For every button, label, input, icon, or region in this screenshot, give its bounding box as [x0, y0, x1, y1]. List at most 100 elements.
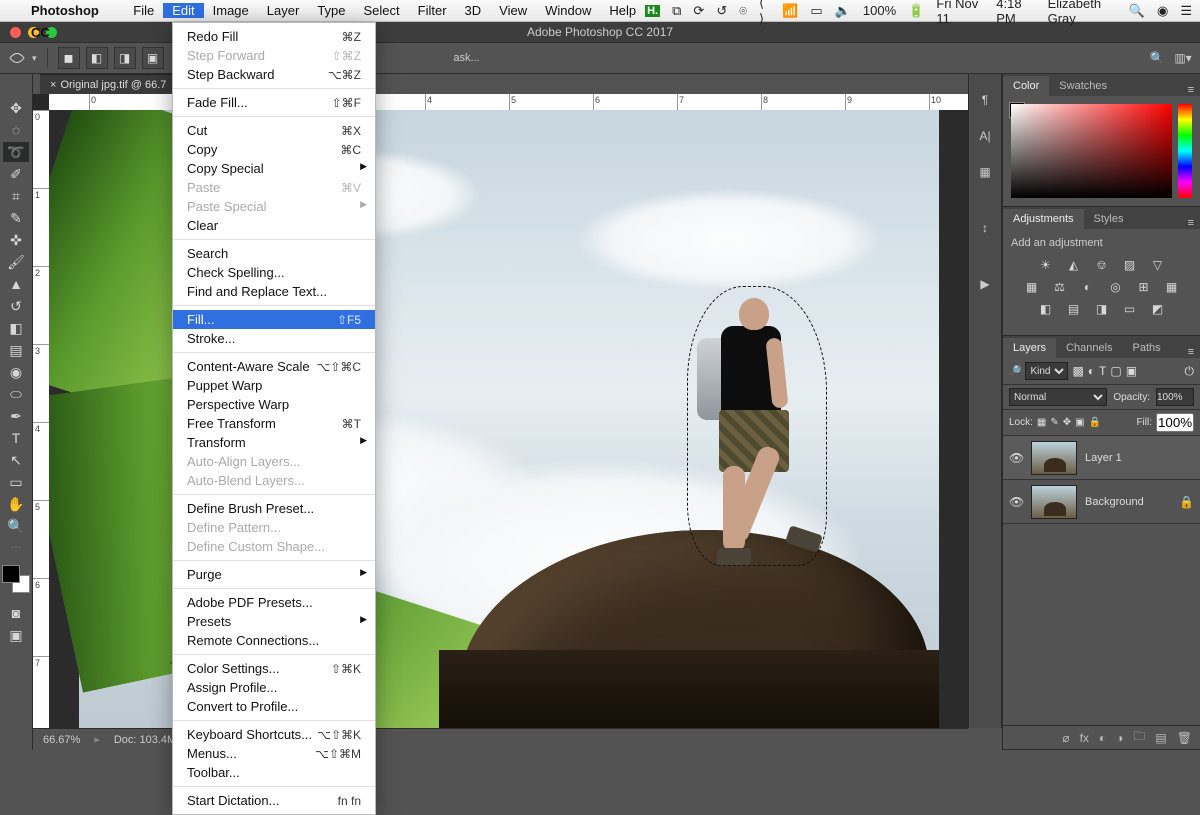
edit-menu-item[interactable]: Remote Connections...: [173, 631, 375, 650]
menu-3d[interactable]: 3D: [456, 3, 491, 18]
edit-menu-item[interactable]: Adobe PDF Presets...: [173, 593, 375, 612]
screenmode-tool[interactable]: ▣: [3, 625, 29, 645]
dropbox-icon[interactable]: ⧉: [672, 3, 681, 19]
history-brush-tool[interactable]: ↺: [3, 296, 29, 316]
pen-tool[interactable]: ✒: [3, 406, 29, 426]
link-layers-icon[interactable]: ⌀: [1062, 731, 1069, 745]
edit-menu-item[interactable]: Fade Fill...⇧⌘F: [173, 93, 375, 112]
lock-pos-icon[interactable]: ✥: [1063, 417, 1071, 428]
edit-menu-item[interactable]: Transform: [173, 433, 375, 452]
curves-adj-icon[interactable]: ⎊: [1093, 257, 1111, 273]
sync-icon[interactable]: ⟳: [693, 3, 704, 19]
gradient-tool[interactable]: ▤: [3, 340, 29, 360]
edit-menu-item[interactable]: Stroke...: [173, 329, 375, 348]
layer-filter-kind[interactable]: Kind: [1025, 362, 1068, 380]
vertical-ruler[interactable]: 012345678: [33, 110, 49, 728]
path-tool[interactable]: ↖: [3, 450, 29, 470]
edit-menu-item[interactable]: Check Spelling...: [173, 263, 375, 282]
edit-menu-item[interactable]: Purge: [173, 565, 375, 584]
siri-icon[interactable]: ◉: [1157, 3, 1168, 19]
filter-adj-icon[interactable]: ◐: [1088, 364, 1095, 378]
notifications-icon[interactable]: ☰: [1180, 3, 1192, 19]
edit-menu-item[interactable]: Puppet Warp: [173, 376, 375, 395]
filter-type-icon[interactable]: T: [1099, 364, 1106, 378]
menu-type[interactable]: Type: [308, 3, 354, 18]
panel-menu-icon[interactable]: ≡: [1182, 346, 1200, 358]
visibility-icon[interactable]: 👁: [1009, 495, 1023, 509]
stamp-tool[interactable]: ▲: [3, 274, 29, 294]
exposure-adj-icon[interactable]: ▨: [1121, 257, 1139, 273]
edit-menu-item[interactable]: Redo Fill⌘Z: [173, 27, 375, 46]
crop-tool[interactable]: ⌗: [3, 186, 29, 206]
edit-menu-item[interactable]: Color Settings...⇧⌘K: [173, 659, 375, 678]
edit-menu-item[interactable]: Presets: [173, 612, 375, 631]
type-tool[interactable]: T: [3, 428, 29, 448]
airplay-icon[interactable]: ▭: [810, 3, 822, 19]
move-tool[interactable]: ✥: [3, 98, 29, 118]
layer-thumb[interactable]: [1031, 485, 1077, 519]
menu-view[interactable]: View: [490, 3, 536, 18]
glyphs-panel-icon[interactable]: ▦: [975, 162, 995, 182]
volume-icon[interactable]: 🔈: [835, 3, 851, 19]
panel-menu-icon[interactable]: ≡: [1182, 217, 1200, 229]
filter-shape-icon[interactable]: ▢: [1110, 364, 1121, 378]
blend-mode-select[interactable]: Normal: [1009, 388, 1107, 406]
edit-menu-item[interactable]: Search: [173, 244, 375, 263]
edit-menu-item[interactable]: Convert to Profile...: [173, 697, 375, 716]
opacity-input[interactable]: [1156, 388, 1194, 406]
edit-menu-item[interactable]: Cut⌘X: [173, 121, 375, 140]
menu-help[interactable]: Help: [600, 3, 645, 18]
edit-menu-item[interactable]: Content-Aware Scale⌥⇧⌘C: [173, 357, 375, 376]
edit-menu-item[interactable]: Menus...⌥⇧⌘M: [173, 744, 375, 763]
menu-image[interactable]: Image: [204, 3, 258, 18]
edit-menu-item[interactable]: Perspective Warp: [173, 395, 375, 414]
styles-tab[interactable]: Styles: [1084, 209, 1134, 229]
hue-adj-icon[interactable]: ▦: [1023, 279, 1041, 295]
edit-menu-item[interactable]: Step Backward⌥⌘Z: [173, 65, 375, 84]
blur-tool[interactable]: ◉: [3, 362, 29, 382]
edit-menu-item[interactable]: Copy Special: [173, 159, 375, 178]
battery-icon[interactable]: 🔋: [908, 3, 924, 19]
visibility-icon[interactable]: 👁: [1009, 451, 1023, 465]
wifi-icon[interactable]: 📶: [782, 3, 798, 19]
lasso-tool[interactable]: ➰: [3, 142, 29, 162]
edit-menu-item[interactable]: Fill...⇧F5: [173, 310, 375, 329]
layer-row[interactable]: 👁 Layer 1: [1003, 436, 1200, 480]
selection-intersect-button[interactable]: ▣: [142, 47, 164, 69]
filter-pixel-icon[interactable]: ▩: [1072, 364, 1083, 378]
history-panel-icon[interactable]: ↕: [975, 218, 995, 238]
dropdown-caret-icon[interactable]: ▾: [32, 53, 37, 64]
adjlayer-icon[interactable]: ◑: [1116, 731, 1123, 745]
bw-adj-icon[interactable]: ◐: [1079, 279, 1097, 295]
filter-toggle[interactable]: ⏻: [1185, 364, 1195, 379]
edit-menu-item[interactable]: Define Brush Preset...: [173, 499, 375, 518]
document-tab[interactable]: ×Original jpg.tif @ 66.7: [40, 74, 184, 94]
selection-add-button[interactable]: ◧: [86, 47, 108, 69]
heal-tool[interactable]: ✜: [3, 230, 29, 250]
delete-icon[interactable]: 🗑: [1177, 731, 1192, 745]
app-name[interactable]: Photoshop CC: [22, 0, 124, 22]
fg-bg-swatch[interactable]: [2, 565, 30, 593]
menu-file[interactable]: File: [124, 3, 163, 18]
colorbalance-adj-icon[interactable]: ⚖: [1051, 279, 1069, 295]
color-field[interactable]: [1011, 104, 1172, 198]
brightness-adj-icon[interactable]: ☀: [1037, 257, 1055, 273]
fx-icon[interactable]: fx: [1080, 731, 1089, 745]
lock-paint-icon[interactable]: ✎: [1050, 417, 1058, 428]
actions-panel-icon[interactable]: ▶: [975, 274, 995, 294]
paragraph-panel-icon[interactable]: ¶: [975, 90, 995, 110]
channels-tab[interactable]: Channels: [1056, 338, 1122, 358]
brush-tool[interactable]: 🖌: [3, 252, 29, 272]
zoom-level[interactable]: 66.67%: [43, 734, 80, 746]
quick-select-tool[interactable]: ✐: [3, 164, 29, 184]
layers-tab[interactable]: Layers: [1003, 338, 1056, 358]
vibrance-adj-icon[interactable]: ▽: [1149, 257, 1167, 273]
lock-all-icon[interactable]: 🔒: [1089, 417, 1101, 428]
character-panel-icon[interactable]: A|: [975, 126, 995, 146]
edit-menu-item[interactable]: Free Transform⌘T: [173, 414, 375, 433]
battery-percent[interactable]: 100%: [863, 3, 896, 18]
marquee-tool[interactable]: ◌: [3, 120, 29, 140]
workspace-switcher-icon[interactable]: ▥▾: [1174, 49, 1192, 67]
selection-subtract-button[interactable]: ◨: [114, 47, 136, 69]
edit-menu-item[interactable]: Assign Profile...: [173, 678, 375, 697]
